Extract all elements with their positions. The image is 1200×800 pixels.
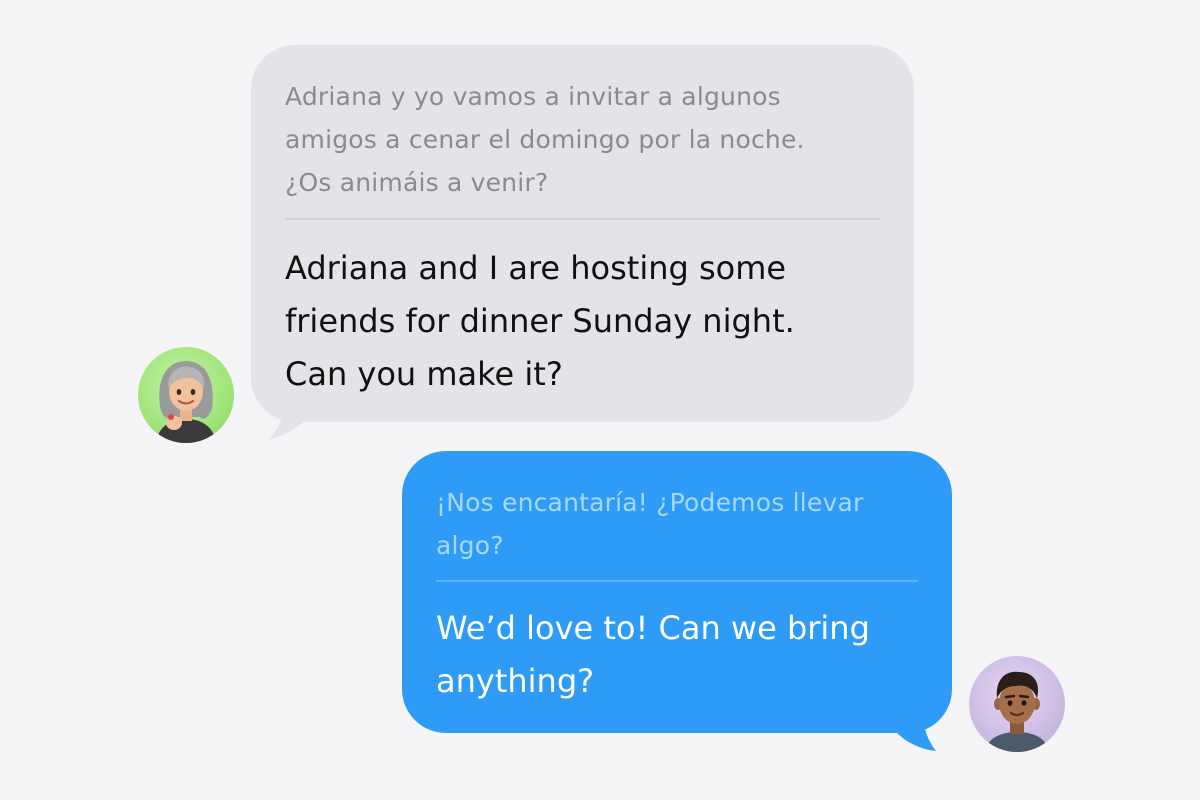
incoming-original-text: Adriana y yo vamos a invitar a algunos a… <box>285 82 805 197</box>
recipient-avatar[interactable] <box>969 656 1065 752</box>
outgoing-message-bubble[interactable]: ¡Nos encantaría! ¿Podemos llevar algo? W… <box>402 451 952 733</box>
incoming-message-bubble[interactable]: Adriana y yo vamos a invitar a algunos a… <box>251 45 914 422</box>
sender-avatar[interactable] <box>138 347 234 443</box>
memoji-man-dark-hair-icon <box>985 671 1049 752</box>
outgoing-translated-text: We’d love to! Can we bring anything? <box>436 609 870 700</box>
outgoing-original-text: ¡Nos encantaría! ¿Podemos llevar algo? <box>436 488 864 560</box>
incoming-translated-text: Adriana and I are hosting some friends f… <box>285 249 795 393</box>
translation-divider <box>436 580 918 582</box>
outgoing-bubble-tail <box>878 708 936 751</box>
incoming-bubble-tail <box>268 392 326 440</box>
memoji-woman-gray-hair-icon <box>156 361 216 443</box>
translation-divider <box>285 218 880 220</box>
